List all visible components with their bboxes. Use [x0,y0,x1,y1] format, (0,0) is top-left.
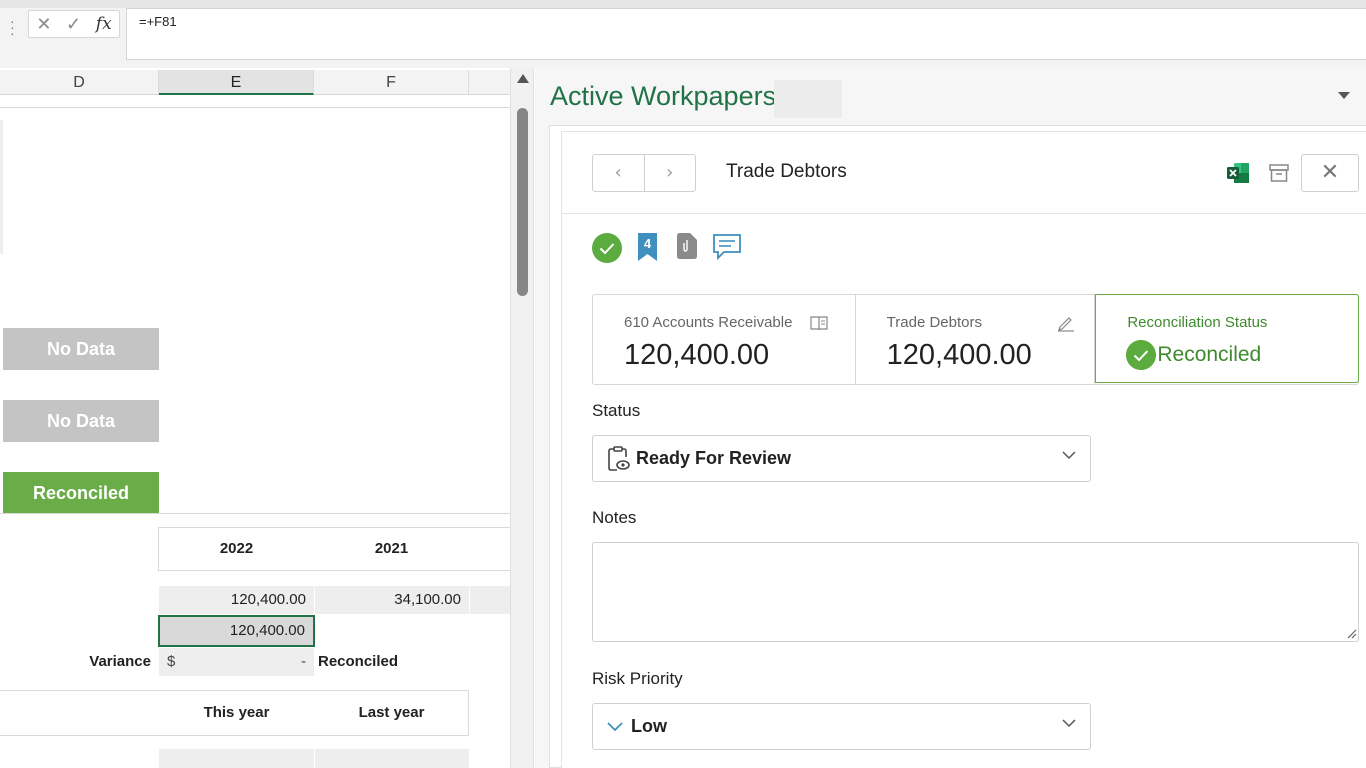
card-navigation: ‹ › [592,154,696,192]
period-header-last-year: Last year [358,704,425,721]
status-label: Status [592,401,641,420]
workpaper-card-outer: ‹ › Trade Debtors ✕ 4 610 Accounts Recei… [549,125,1366,768]
value-cell-blank[interactable] [470,586,510,614]
more-options-icon[interactable]: · · · [10,14,18,40]
reviewed-check-icon[interactable] [592,233,622,263]
variance-value[interactable]: - [159,648,314,676]
workpaper-label: Trade Debtors [886,314,982,331]
period-header-this-year: This year [203,704,270,721]
chevron-down-icon [1062,719,1076,728]
pencil-icon[interactable] [1057,314,1075,332]
scroll-up-icon[interactable] [517,74,529,83]
card-title: Trade Debtors [726,161,847,182]
spreadsheet-grid[interactable]: D E F No Data No Data Reconciled 2022 20… [0,68,510,768]
book-icon[interactable] [810,316,828,331]
risk-priority-value: Low [631,716,667,736]
status-value: Ready For Review [636,448,792,468]
vertical-scrollbar[interactable] [510,68,534,768]
cancel-icon[interactable]: ✕ [36,10,51,38]
variance-label: Variance [89,653,151,670]
gridline [0,107,510,108]
panel-title-placeholder [774,80,842,118]
workpaper-card: ‹ › Trade Debtors ✕ 4 610 Accounts Recei… [561,131,1366,768]
reconciliation-label: Reconciliation Status [1127,314,1268,331]
notes-label: Notes [592,508,637,527]
bookmark-count: 4 [644,236,652,251]
previous-button[interactable]: ‹ [593,155,645,191]
year-header-2022: 2022 [219,540,254,557]
comments-icon[interactable] [712,233,742,261]
status-block-no-data: No Data [3,328,159,370]
attachment-icon[interactable] [677,233,697,259]
close-button[interactable]: ✕ [1301,154,1359,192]
low-priority-chevron-icon [607,722,623,732]
insert-function-button[interactable]: fx [96,10,112,38]
status-block-no-data: No Data [3,400,159,442]
workpapers-panel: Active Workpapers ‹ › Trade Debtors ✕ 4 … [535,68,1366,768]
account-value: 120,400.00 [624,339,770,371]
divider [562,213,1366,214]
archive-icon[interactable] [1268,162,1290,184]
column-header-d[interactable]: D [0,70,159,95]
excel-icon[interactable] [1226,162,1250,184]
selected-cell-e[interactable]: 120,400.00 [158,615,315,647]
panel-title: Active Workpapers [550,81,777,111]
column-header-blank[interactable] [469,70,510,95]
value-cell-2021[interactable]: 34,100.00 [314,586,469,614]
enter-icon[interactable]: ✓ [66,10,81,38]
risk-priority-select[interactable]: Low [592,703,1091,750]
risk-priority-label: Risk Priority [592,669,683,688]
cell[interactable] [315,749,469,768]
workpaper-summary: Trade Debtors 120,400.00 [856,295,1096,384]
row-shade [0,120,3,254]
reconciliation-value: Reconciled [1157,343,1262,366]
variance-status: Reconciled [318,653,399,670]
gridline [0,513,510,514]
year-header-2021: 2021 [374,540,409,557]
formula-input[interactable]: =+F81 [126,8,1366,60]
bookmark-icon[interactable]: 4 [638,233,657,261]
summary-box: 610 Accounts Receivable 120,400.00 Trade… [592,294,1359,385]
panel-collapse-icon[interactable] [1338,92,1350,99]
scrollbar-thumb[interactable] [517,108,528,296]
formula-buttons: ✕ ✓ fx [28,10,120,38]
next-button[interactable]: › [645,155,696,191]
reconciled-check-icon [1126,340,1157,370]
value-cell-2022[interactable]: 120,400.00 [159,586,314,614]
column-header-e[interactable]: E [159,70,314,95]
status-block-reconciled: Reconciled [3,472,159,514]
clipboard-review-icon [608,446,630,471]
chevron-down-icon [1062,451,1076,460]
notes-textarea[interactable] [592,542,1359,642]
account-summary: 610 Accounts Receivable 120,400.00 [593,295,856,384]
cell[interactable] [159,749,314,768]
status-select[interactable]: Ready For Review [592,435,1091,482]
resize-handle-icon[interactable] [1347,629,1357,639]
workpaper-value: 120,400.00 [886,339,1032,371]
column-header-f[interactable]: F [314,70,469,95]
reconciliation-summary: Reconciliation Status Reconciled [1095,294,1359,383]
account-label: 610 Accounts Receivable [624,314,793,331]
formula-bar: · · · ✕ ✓ fx =+F81 [0,0,1366,68]
